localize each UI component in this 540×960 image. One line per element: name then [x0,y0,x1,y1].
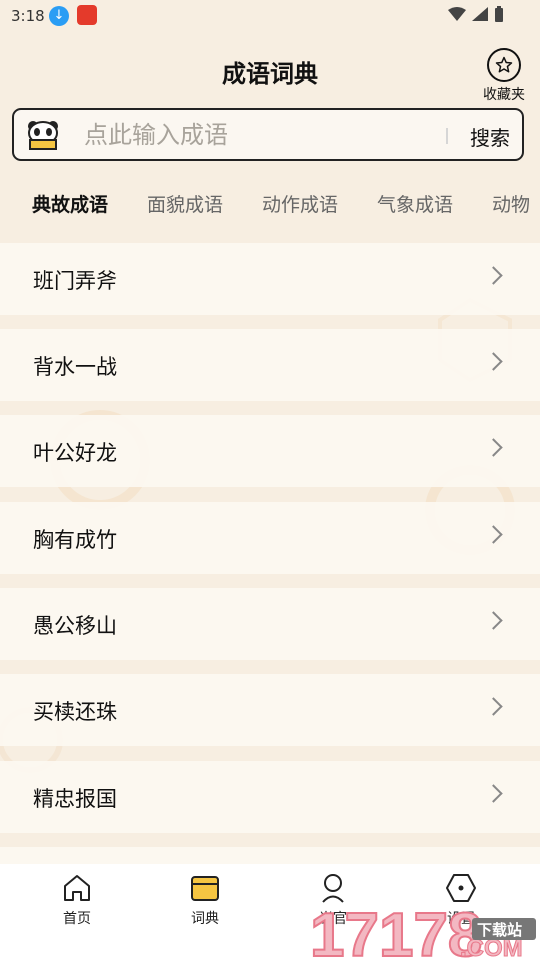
battery-icon [495,6,503,22]
idiom-label: 班门弄斧 [33,269,117,293]
search-divider [446,128,448,144]
dictionary-icon [189,872,221,904]
favorites-button[interactable]: 收藏夹 [480,48,528,104]
watermark-badge: 下载站 [477,921,522,939]
header: 成语词典 收藏夹 [0,40,540,103]
list-item[interactable]: 背水一战 [0,329,540,401]
nav-home-label: 首页 [63,911,91,927]
idiom-label: 买椟还珠 [33,700,117,724]
idiom-label: 叶公好龙 [33,441,117,465]
nav-dictionary[interactable]: 词典 [165,872,245,928]
tab-allusion-idioms[interactable]: 典故成语 [32,190,108,217]
site-watermark: 17178 .COM 下载站 [310,900,536,960]
tab-animal-idioms[interactable]: 动物 [492,190,530,217]
page-title: 成语词典 [222,60,318,88]
status-time: 3:18 [11,7,45,25]
search-input[interactable] [84,118,444,152]
list-item[interactable]: 班门弄斧 [0,243,540,315]
home-icon [61,872,93,904]
list-item[interactable]: 叶公好龙 [0,415,540,487]
nav-home[interactable]: 首页 [37,872,117,928]
search-bar: 搜索 [12,108,524,161]
status-icons [448,6,504,22]
signal-icon [472,7,488,21]
favorites-label: 收藏夹 [483,87,525,103]
category-tabs: 典故成语 面貌成语 动作成语 气象成语 动物 [0,180,540,226]
list-item[interactable]: 精忠报国 [0,761,540,833]
tab-action-idioms[interactable]: 动作成语 [262,190,338,217]
chevron-right-icon [484,697,503,716]
nav-dictionary-label: 词典 [191,911,219,927]
idiom-label: 胸有成竹 [33,528,117,552]
chevron-right-icon [484,525,503,544]
tab-weather-idioms[interactable]: 气象成语 [377,190,453,217]
chevron-right-icon [484,352,503,371]
chevron-right-icon [484,438,503,457]
wifi-icon [448,7,466,21]
chevron-right-icon [484,611,503,630]
chevron-right-icon [484,784,503,803]
star-icon [487,48,521,82]
idiom-label: 背水一战 [33,355,117,379]
search-button[interactable]: 搜索 [470,122,510,151]
panda-icon [28,121,58,150]
app-notification-icon [77,5,97,25]
status-bar: 3:18 ↓ [0,0,540,34]
list-item[interactable]: 愚公移山 [0,588,540,660]
idiom-label: 精忠报国 [33,787,117,811]
tab-appearance-idioms[interactable]: 面貌成语 [147,190,223,217]
watermark-site: 17178 [310,901,482,960]
list-item[interactable]: 买椟还珠 [0,674,540,746]
list-item[interactable]: 胸有成竹 [0,502,540,574]
download-icon: ↓ [49,6,69,26]
idiom-label: 愚公移山 [33,614,117,638]
chevron-right-icon [484,266,503,285]
